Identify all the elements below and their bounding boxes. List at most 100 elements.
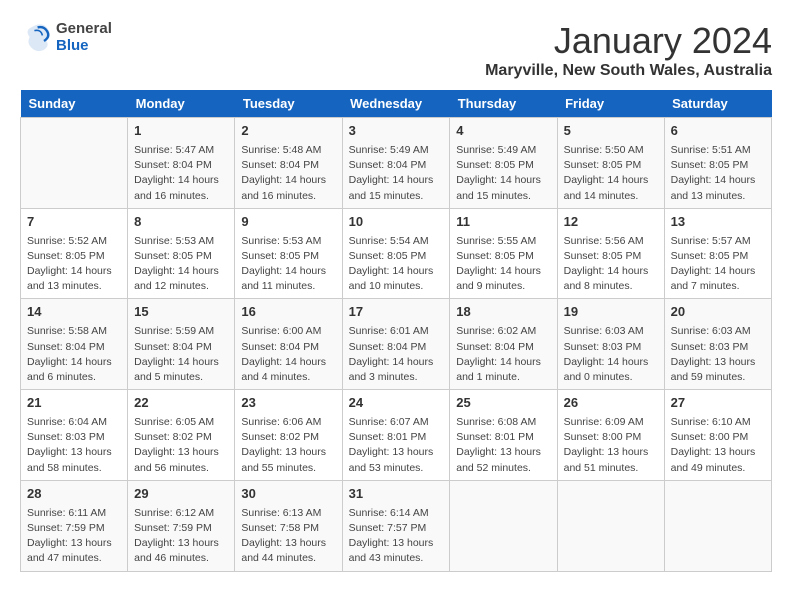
day-number: 21 <box>27 394 121 413</box>
day-number: 3 <box>349 122 444 141</box>
day-number: 20 <box>671 303 765 322</box>
day-number: 8 <box>134 213 228 232</box>
calendar-cell: 5Sunrise: 5:50 AM Sunset: 8:05 PM Daylig… <box>557 118 664 209</box>
calendar-cell: 6 Sunrise: 5:51 AM Sunset: 8:05 PM Daylig… <box>664 118 771 209</box>
day-info: Sunrise: 5:51 AM Sunset: 8:05 PM Dayligh… <box>671 143 765 204</box>
calendar-cell: 8 Sunrise: 5:53 AM Sunset: 8:05 PM Daylig… <box>128 208 235 299</box>
logo-blue: Blue <box>56 37 112 54</box>
week-row-2: 7 Sunrise: 5:52 AM Sunset: 8:05 PM Daylig… <box>21 208 772 299</box>
month-title: January 2024 <box>485 20 772 62</box>
day-info: Sunrise: 5:48 AM Sunset: 8:04 PM Dayligh… <box>241 143 335 204</box>
day-info: Sunrise: 5:49 AM Sunset: 8:05 PM Dayligh… <box>456 143 550 204</box>
calendar-cell: 31 Sunrise: 6:14 AM Sunset: 7:57 PM Dayli… <box>342 480 450 571</box>
day-number: 22 <box>134 394 228 413</box>
day-number: 23 <box>241 394 335 413</box>
calendar-body: 1 Sunrise: 5:47 AM Sunset: 8:04 PM Daylig… <box>21 118 772 572</box>
day-info: Sunrise: 6:05 AM Sunset: 8:02 PM Dayligh… <box>134 415 228 476</box>
calendar-cell <box>21 118 128 209</box>
day-number: 30 <box>241 485 335 504</box>
day-info: Sunrise: 6:10 AM Sunset: 8:00 PM Dayligh… <box>671 415 765 476</box>
day-header-thursday: Thursday <box>450 90 557 118</box>
day-info: Sunrise: 5:57 AM Sunset: 8:05 PM Dayligh… <box>671 234 765 295</box>
calendar-cell: 21 Sunrise: 6:04 AM Sunset: 8:03 PM Dayli… <box>21 390 128 481</box>
day-info: Sunrise: 6:00 AM Sunset: 8:04 PM Dayligh… <box>241 324 335 385</box>
day-header-wednesday: Wednesday <box>342 90 450 118</box>
day-header-sunday: Sunday <box>21 90 128 118</box>
day-info: Sunrise: 6:09 AM Sunset: 8:00 PM Dayligh… <box>564 415 658 476</box>
calendar-cell <box>557 480 664 571</box>
week-row-5: 28Sunrise: 6:11 AM Sunset: 7:59 PM Dayli… <box>21 480 772 571</box>
day-header-saturday: Saturday <box>664 90 771 118</box>
day-number: 18 <box>456 303 550 322</box>
day-number: 11 <box>456 213 550 232</box>
calendar-cell: 9Sunrise: 5:53 AM Sunset: 8:05 PM Daylig… <box>235 208 342 299</box>
calendar-cell: 25Sunrise: 6:08 AM Sunset: 8:01 PM Dayli… <box>450 390 557 481</box>
day-info: Sunrise: 5:53 AM Sunset: 8:05 PM Dayligh… <box>134 234 228 295</box>
week-row-4: 21 Sunrise: 6:04 AM Sunset: 8:03 PM Dayli… <box>21 390 772 481</box>
day-info: Sunrise: 5:47 AM Sunset: 8:04 PM Dayligh… <box>134 143 228 204</box>
day-number: 31 <box>349 485 444 504</box>
week-row-3: 14Sunrise: 5:58 AM Sunset: 8:04 PM Dayli… <box>21 299 772 390</box>
day-number: 19 <box>564 303 658 322</box>
logo: General Blue <box>20 20 112 54</box>
calendar-cell: 12 Sunrise: 5:56 AM Sunset: 8:05 PM Dayli… <box>557 208 664 299</box>
calendar-header: SundayMondayTuesdayWednesdayThursdayFrid… <box>21 90 772 118</box>
day-info: Sunrise: 6:01 AM Sunset: 8:04 PM Dayligh… <box>349 324 444 385</box>
calendar-cell: 14Sunrise: 5:58 AM Sunset: 8:04 PM Dayli… <box>21 299 128 390</box>
calendar-cell: 3Sunrise: 5:49 AM Sunset: 8:04 PM Daylig… <box>342 118 450 209</box>
calendar-cell: 29 Sunrise: 6:12 AM Sunset: 7:59 PM Dayli… <box>128 480 235 571</box>
day-number: 4 <box>456 122 550 141</box>
calendar-cell: 27 Sunrise: 6:10 AM Sunset: 8:00 PM Dayli… <box>664 390 771 481</box>
day-info: Sunrise: 6:12 AM Sunset: 7:59 PM Dayligh… <box>134 506 228 567</box>
header-row: SundayMondayTuesdayWednesdayThursdayFrid… <box>21 90 772 118</box>
day-info: Sunrise: 6:03 AM Sunset: 8:03 PM Dayligh… <box>671 324 765 385</box>
logo-general: General <box>56 20 112 37</box>
calendar-cell: 2 Sunrise: 5:48 AM Sunset: 8:04 PM Daylig… <box>235 118 342 209</box>
day-info: Sunrise: 5:52 AM Sunset: 8:05 PM Dayligh… <box>27 234 121 295</box>
day-number: 29 <box>134 485 228 504</box>
calendar-cell: 1 Sunrise: 5:47 AM Sunset: 8:04 PM Daylig… <box>128 118 235 209</box>
calendar-cell <box>664 480 771 571</box>
calendar-cell: 13 Sunrise: 5:57 AM Sunset: 8:05 PM Dayli… <box>664 208 771 299</box>
day-info: Sunrise: 5:56 AM Sunset: 8:05 PM Dayligh… <box>564 234 658 295</box>
week-row-1: 1 Sunrise: 5:47 AM Sunset: 8:04 PM Daylig… <box>21 118 772 209</box>
calendar-cell: 24Sunrise: 6:07 AM Sunset: 8:01 PM Dayli… <box>342 390 450 481</box>
day-number: 15 <box>134 303 228 322</box>
location: Maryville, New South Wales, Australia <box>485 62 772 80</box>
day-info: Sunrise: 6:14 AM Sunset: 7:57 PM Dayligh… <box>349 506 444 567</box>
day-info: Sunrise: 5:54 AM Sunset: 8:05 PM Dayligh… <box>349 234 444 295</box>
day-info: Sunrise: 6:08 AM Sunset: 8:01 PM Dayligh… <box>456 415 550 476</box>
day-number: 2 <box>241 122 335 141</box>
day-number: 6 <box>671 122 765 141</box>
day-info: Sunrise: 5:50 AM Sunset: 8:05 PM Dayligh… <box>564 143 658 204</box>
page-header: General Blue January 2024 Maryville, New… <box>20 20 772 80</box>
day-header-friday: Friday <box>557 90 664 118</box>
calendar-cell: 7 Sunrise: 5:52 AM Sunset: 8:05 PM Daylig… <box>21 208 128 299</box>
day-number: 12 <box>564 213 658 232</box>
day-number: 27 <box>671 394 765 413</box>
day-info: Sunrise: 6:02 AM Sunset: 8:04 PM Dayligh… <box>456 324 550 385</box>
calendar-cell: 20 Sunrise: 6:03 AM Sunset: 8:03 PM Dayli… <box>664 299 771 390</box>
day-info: Sunrise: 6:04 AM Sunset: 8:03 PM Dayligh… <box>27 415 121 476</box>
day-header-tuesday: Tuesday <box>235 90 342 118</box>
calendar-cell: 17Sunrise: 6:01 AM Sunset: 8:04 PM Dayli… <box>342 299 450 390</box>
day-number: 24 <box>349 394 444 413</box>
title-block: January 2024 Maryville, New South Wales,… <box>485 20 772 80</box>
day-info: Sunrise: 6:06 AM Sunset: 8:02 PM Dayligh… <box>241 415 335 476</box>
day-info: Sunrise: 5:58 AM Sunset: 8:04 PM Dayligh… <box>27 324 121 385</box>
day-number: 13 <box>671 213 765 232</box>
day-info: Sunrise: 6:03 AM Sunset: 8:03 PM Dayligh… <box>564 324 658 385</box>
day-number: 9 <box>241 213 335 232</box>
logo-text: General Blue <box>56 20 112 54</box>
day-number: 7 <box>27 213 121 232</box>
day-info: Sunrise: 6:13 AM Sunset: 7:58 PM Dayligh… <box>241 506 335 567</box>
day-info: Sunrise: 6:11 AM Sunset: 7:59 PM Dayligh… <box>27 506 121 567</box>
day-number: 26 <box>564 394 658 413</box>
calendar-cell: 10Sunrise: 5:54 AM Sunset: 8:05 PM Dayli… <box>342 208 450 299</box>
day-number: 1 <box>134 122 228 141</box>
calendar-cell: 22 Sunrise: 6:05 AM Sunset: 8:02 PM Dayli… <box>128 390 235 481</box>
calendar-cell: 23 Sunrise: 6:06 AM Sunset: 8:02 PM Dayli… <box>235 390 342 481</box>
calendar-cell: 18 Sunrise: 6:02 AM Sunset: 8:04 PM Dayli… <box>450 299 557 390</box>
logo-icon <box>20 21 52 53</box>
day-info: Sunrise: 5:59 AM Sunset: 8:04 PM Dayligh… <box>134 324 228 385</box>
